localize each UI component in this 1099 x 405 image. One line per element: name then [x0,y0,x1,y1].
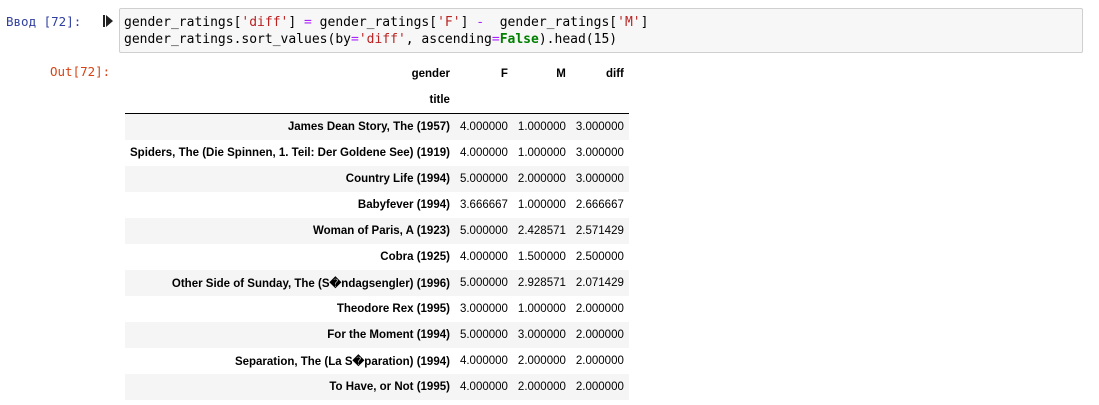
cell-m: 1.000000 [517,303,566,315]
table-row: Theodore Rex (1995) 3.000000 1.000000 2.000… [125,296,629,322]
cell-diff: 3.000000 [575,147,624,159]
code-token: ] [460,15,477,30]
row-title: Woman of Paris, A (1923) [312,225,450,237]
code-token: 'M' [617,15,641,30]
empty-header-cell [454,87,513,114]
code-token: gender_ratings[ [311,15,438,30]
empty-header-cell [570,87,629,114]
cell-m: 2.000000 [517,173,566,185]
code-token: ] [288,15,305,30]
code-input-area[interactable]: gender_ratings['diff'] = gender_ratings[… [119,8,1083,53]
columns-label: gender [411,68,450,80]
table-row: Country Life (1994) 5.000000 2.000000 3.000… [125,166,629,192]
column-header-m: M [556,68,566,80]
output-prompt: Out[72]: [50,64,111,79]
input-prompt: Ввод [72]: [6,14,82,29]
cell-diff: 3.000000 [575,121,624,133]
cell-f: 5.000000 [459,225,508,237]
cell-f: 4.000000 [459,121,508,133]
cell-f: 3.000000 [459,303,508,315]
cell-m: 1.000000 [517,199,566,211]
index-name-row: title [125,87,629,114]
cell-f: 4.000000 [459,381,508,393]
table-row: Woman of Paris, A (1923) 5.000000 2.428571… [125,218,629,244]
row-title: James Dean Story, The (1957) [287,121,450,133]
code-token: 'diff' [358,32,406,47]
table-row: Other Side of Sunday, The (S�ndagsengler… [125,270,629,296]
row-title: For the Moment (1994) [327,329,450,341]
cell-f: 5.000000 [459,173,508,185]
table-row: To Have, or Not (1995) 4.000000 2.000000 2.… [125,374,629,400]
cell-m: 1.000000 [517,147,566,159]
row-title: Theodore Rex (1995) [336,303,450,315]
index-label: title [125,87,455,114]
cell-diff: 2.571429 [575,225,624,237]
table-body: James Dean Story, The (1957) 4.000000 1.00… [125,113,629,400]
code-token: gender_ratings[ [124,15,242,30]
cell-diff: 2.000000 [575,303,624,315]
code-token: = [350,32,359,47]
table-row: James Dean Story, The (1957) 4.000000 1.00… [125,113,629,140]
code-token: , ascending [405,32,492,47]
cell-m: 1.500000 [517,251,566,263]
code-token: gender_ratings.sort_values(by [124,32,351,47]
code-token: = [304,15,312,30]
code-token: 'diff' [241,15,289,30]
code-token: False [499,32,539,47]
cell-m: 1.000000 [517,121,566,133]
code-token: gender_ratings[ [484,15,618,30]
code-token: 'F' [437,15,461,30]
dataframe-table: gender F M diff title James Dean Story, … [125,61,629,400]
table-row: Babyfever (1994) 3.666667 1.000000 2.666667 [125,192,629,218]
empty-header-cell [512,87,571,114]
cell-m: 2.000000 [517,355,566,367]
cell-diff: 3.000000 [575,173,624,185]
cell-diff: 2.000000 [575,355,624,367]
row-title: Other Side of Sunday, The (S�ndagsengler… [171,278,450,290]
code-token: ).head(15) [538,32,618,47]
table-row: For the Moment (1994) 5.000000 3.000000 2.0… [125,322,629,348]
cell-f: 3.666667 [459,199,508,211]
cell-f: 4.000000 [459,251,508,263]
cell-m: 2.928571 [517,277,566,289]
table-row: Separation, The (La S�paration) (1994) 4.… [125,348,629,374]
row-title: Country Life (1994) [345,173,450,185]
code-token: - [476,15,485,30]
column-header-row: gender F M diff [125,61,629,87]
cell-f: 5.000000 [459,277,508,289]
row-title: Cobra (1925) [380,251,450,263]
cell-diff: 2.000000 [575,381,624,393]
table-row: Spiders, The (Die Spinnen, 1. Teil: Der … [125,140,629,166]
cell-f: 4.000000 [459,355,508,367]
cell-diff: 2.071429 [575,277,624,289]
code-token: = [491,32,500,47]
table-row: Cobra (1925) 4.000000 1.500000 2.500000 [125,244,629,270]
column-header-diff: diff [605,68,624,80]
column-header-f: F [500,68,508,80]
cell-m: 2.428571 [517,225,566,237]
cell-f: 5.000000 [459,329,508,341]
row-title: Spiders, The (Die Spinnen, 1. Teil: Der … [130,147,450,159]
cell-diff: 2.500000 [575,251,624,263]
code-line-1: gender_ratings['diff'] = gender_ratings[… [124,14,1078,31]
code-line-2: gender_ratings.sort_values(by='diff', as… [124,31,1078,48]
cell-m: 3.000000 [517,329,566,341]
row-title: Babyfever (1994) [357,199,450,211]
code-token: ] [640,15,649,30]
row-title: To Have, or Not (1995) [329,381,450,393]
cell-diff: 2.666667 [575,199,624,211]
cell-f: 4.000000 [459,147,508,159]
row-title: Separation, The (La S�paration) (1994) [234,356,450,368]
run-cell-icon[interactable] [103,15,113,27]
cell-diff: 2.000000 [575,329,624,341]
cell-m: 2.000000 [517,381,566,393]
